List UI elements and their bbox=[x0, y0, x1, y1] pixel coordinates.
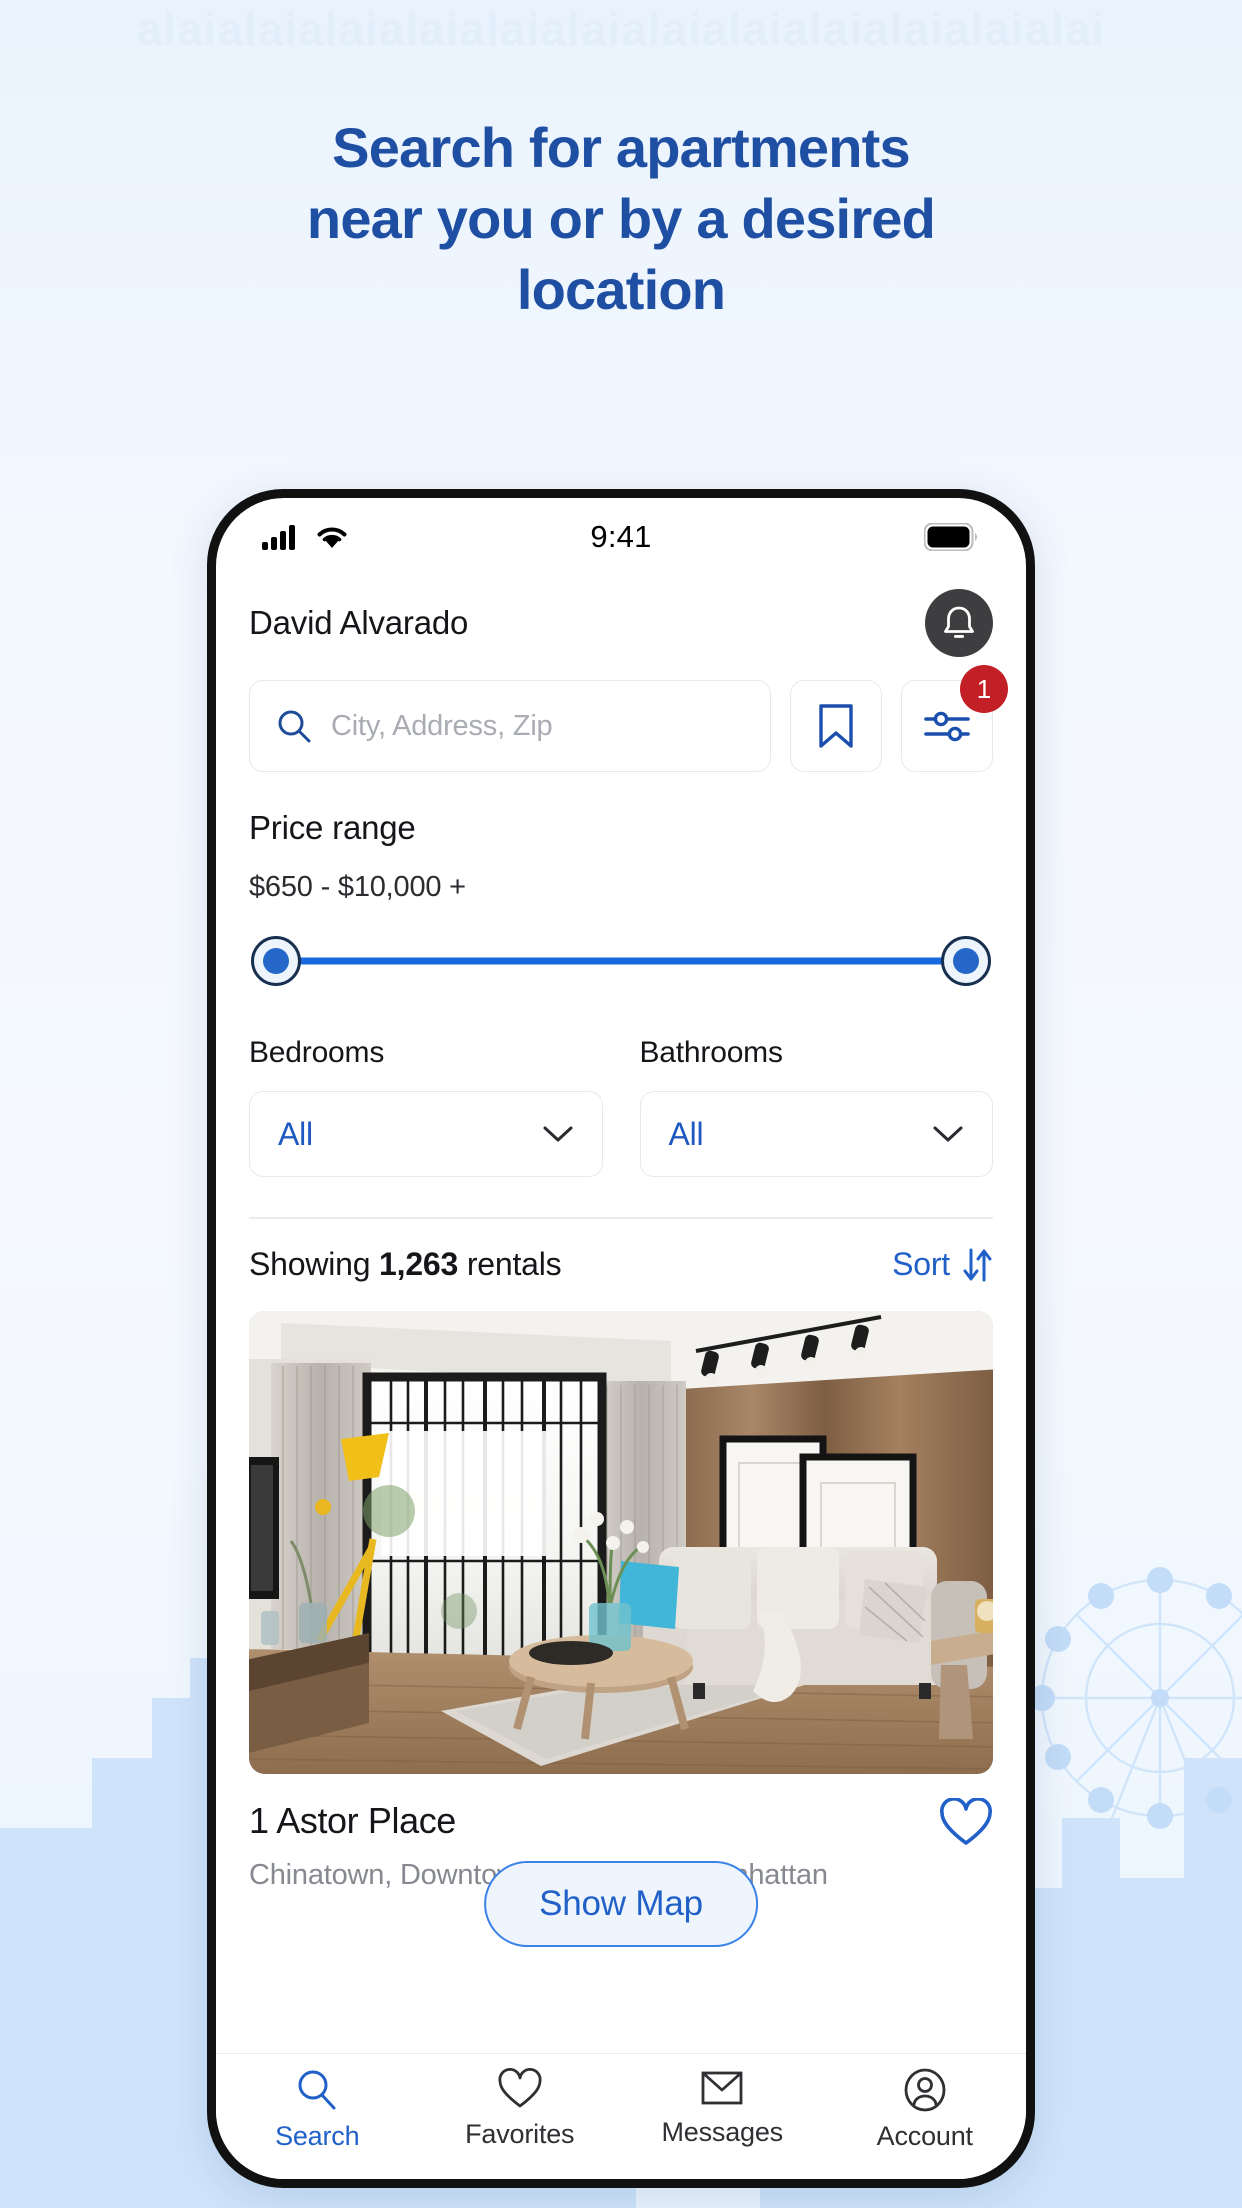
show-map-button[interactable]: Show Map bbox=[484, 1861, 758, 1947]
bedrooms-select[interactable]: All bbox=[249, 1091, 603, 1177]
search-row: City, Address, Zip 1 bbox=[216, 662, 1026, 772]
price-range-label: Price range bbox=[249, 809, 416, 846]
tab-messages[interactable]: Messages bbox=[621, 2068, 824, 2148]
page-headline: Search for apartments near you or by a d… bbox=[0, 112, 1242, 325]
bathrooms-select[interactable]: All bbox=[639, 1091, 993, 1177]
headline-line-2: near you or by a desired bbox=[306, 187, 936, 250]
slider-handle-max[interactable] bbox=[941, 936, 991, 986]
price-range-value: $650 - $10,000 + bbox=[249, 871, 466, 903]
listing-photo[interactable] bbox=[249, 1310, 993, 1774]
tab-label-search: Search bbox=[275, 2121, 360, 2151]
status-bar: 9:41 bbox=[216, 498, 1026, 576]
bell-icon bbox=[944, 606, 974, 638]
tab-label-messages: Messages bbox=[661, 2117, 784, 2147]
sliders-filter-icon bbox=[924, 711, 970, 742]
bedrooms-label: Bedrooms bbox=[249, 1036, 385, 1069]
bathrooms-group: Bathrooms All bbox=[639, 1036, 993, 1177]
sort-button[interactable]: Sort bbox=[892, 1246, 993, 1283]
price-range-slider[interactable] bbox=[249, 928, 993, 994]
bedrooms-value: All bbox=[278, 1115, 313, 1152]
bottom-tab-bar: Search Favorites Messages Account bbox=[216, 2053, 1026, 2179]
bedrooms-bathrooms-row: Bedrooms All Bathrooms All bbox=[249, 1036, 993, 1177]
chevron-down-icon bbox=[543, 1126, 572, 1142]
results-count-text: Showing 1,263 rentals bbox=[249, 1246, 562, 1283]
sort-arrows-icon bbox=[963, 1248, 992, 1282]
listing-card[interactable]: 1 Astor Place Chinatown, Downtown Manhat… bbox=[216, 1310, 1026, 1892]
background-ghost-text: alaialaialaialaialaialaialaialaialaialai… bbox=[136, 3, 1106, 55]
living-room-photo bbox=[249, 1310, 993, 1774]
slider-track bbox=[269, 957, 973, 965]
chevron-down-icon bbox=[933, 1126, 963, 1142]
status-bar-time: 9:41 bbox=[590, 519, 652, 554]
slider-handle-min[interactable] bbox=[251, 936, 301, 986]
bookmark-icon bbox=[819, 704, 853, 748]
notifications-button[interactable] bbox=[925, 589, 993, 657]
search-icon bbox=[278, 710, 311, 743]
user-circle-icon bbox=[904, 2068, 946, 2112]
filters-section: Price range $650 - $10,000 + Bedrooms Al… bbox=[216, 772, 1026, 1219]
search-icon bbox=[298, 2070, 336, 2110]
showing-suffix: rentals bbox=[458, 1246, 562, 1283]
filter-count-badge: 1 bbox=[960, 665, 1008, 713]
sort-label: Sort bbox=[892, 1246, 950, 1283]
showing-prefix: Showing bbox=[249, 1246, 380, 1283]
bathrooms-label: Bathrooms bbox=[639, 1036, 783, 1069]
bathrooms-value: All bbox=[668, 1115, 704, 1152]
user-name: David Alvarado bbox=[249, 604, 469, 641]
heart-outline-icon bbox=[498, 2068, 542, 2108]
headline-line-3: location bbox=[516, 258, 726, 321]
tab-label-favorites: Favorites bbox=[465, 2119, 575, 2149]
headline-line-1: Search for apartments bbox=[332, 116, 910, 179]
search-placeholder: City, Address, Zip bbox=[331, 709, 553, 742]
bedrooms-group: Bedrooms All bbox=[249, 1036, 603, 1177]
favorite-button[interactable] bbox=[939, 1796, 993, 1853]
tab-search[interactable]: Search bbox=[216, 2068, 419, 2152]
envelope-icon bbox=[701, 2071, 743, 2105]
heart-outline-icon bbox=[940, 1796, 992, 1845]
saved-searches-button[interactable] bbox=[790, 680, 882, 772]
search-input[interactable]: City, Address, Zip bbox=[249, 680, 771, 772]
listing-title: 1 Astor Place bbox=[249, 1799, 456, 1841]
results-header: Showing 1,263 rentals Sort bbox=[216, 1219, 1026, 1311]
tab-account[interactable]: Account bbox=[824, 2068, 1027, 2152]
filters-button[interactable]: 1 bbox=[901, 665, 1008, 772]
app-header: David Alvarado bbox=[216, 576, 1026, 662]
tab-favorites[interactable]: Favorites bbox=[419, 2068, 622, 2150]
results-count: 1,263 bbox=[379, 1246, 459, 1283]
tab-label-account: Account bbox=[876, 2121, 973, 2151]
